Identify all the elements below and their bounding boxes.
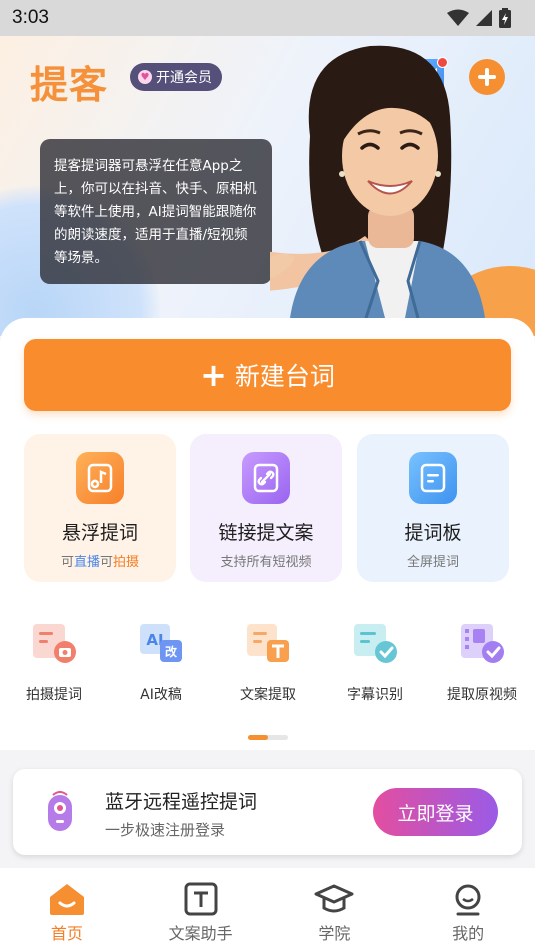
- page-indicator-active: [248, 735, 268, 740]
- ai-rewrite-icon: AI 改: [135, 618, 187, 668]
- copywriting-icon: [184, 882, 218, 916]
- nav-label: 学院: [318, 924, 351, 943]
- subtitle-recognize-icon: [349, 618, 401, 668]
- feature-prompt-board[interactable]: 提词板 全屏提词: [357, 434, 509, 582]
- tool-label: 拍摄提词: [26, 687, 82, 703]
- feature-subtitle: 支持所有短视频: [220, 555, 312, 570]
- link-icon: [242, 452, 290, 504]
- feature-link-extract[interactable]: 链接提文案 支持所有短视频: [190, 434, 342, 582]
- wifi-icon: [447, 9, 469, 26]
- tool-ai-rewrite[interactable]: AI 改 AI改稿: [111, 618, 211, 704]
- status-bar: 3:03: [0, 0, 535, 36]
- new-script-button[interactable]: + 新建台词: [24, 339, 511, 411]
- nav-copywriting[interactable]: 文案助手: [134, 868, 268, 951]
- sub-highlight: 拍摄: [113, 555, 140, 570]
- feature-floating-prompter[interactable]: 悬浮提词 可直播可拍摄: [24, 434, 176, 582]
- nav-profile[interactable]: 我的: [401, 868, 535, 951]
- page-indicator: [248, 735, 288, 740]
- tool-text-extract[interactable]: 文案提取: [218, 618, 318, 704]
- nav-label: 文案助手: [168, 924, 233, 943]
- camera-script-icon: [28, 618, 80, 668]
- brand-logo: 提客: [30, 63, 109, 107]
- bottom-nav: 首页 文案助手 学院 我的: [0, 868, 535, 951]
- feature-subtitle: 可直播可拍摄: [61, 551, 139, 570]
- signal-icon: [476, 10, 492, 26]
- bluetooth-subtitle: 一步极速注册登录: [105, 821, 226, 839]
- battery-icon: [499, 8, 511, 28]
- login-button[interactable]: 立即登录: [373, 788, 498, 836]
- nav-label: 我的: [452, 924, 485, 943]
- nav-academy[interactable]: 学院: [268, 868, 402, 951]
- tool-label: 文案提取: [240, 687, 296, 703]
- feature-subtitle: 全屏提词: [406, 555, 459, 570]
- video-extract-icon: [456, 618, 508, 668]
- sub-text: 可: [100, 555, 114, 570]
- feature-title: 链接提文案: [218, 522, 314, 544]
- academy-icon: [314, 884, 354, 913]
- presenter-photo: [270, 45, 485, 318]
- tool-subtitle-recognize[interactable]: 字幕识别: [325, 618, 425, 704]
- feature-title: 悬浮提词: [61, 522, 138, 544]
- new-script-label: 新建台词: [234, 362, 335, 391]
- plus-icon: +: [200, 356, 227, 394]
- nav-home[interactable]: 首页: [0, 868, 134, 951]
- vip-label: 开通会员: [156, 70, 212, 86]
- nav-label: 首页: [50, 924, 83, 943]
- intro-card: 提客提词器可悬浮在任意App之上，你可以在抖音、快手、原相机等软件上使用，AI提…: [40, 139, 272, 284]
- vip-button[interactable]: ♥ 开通会员: [130, 63, 222, 91]
- tool-video-extract[interactable]: 提取原视频: [432, 618, 532, 704]
- text-extract-icon: [242, 618, 294, 668]
- main-card: + 新建台词 悬浮提词 可直播可拍摄 链接提文案 支持所有短视频 提词板 全屏提…: [0, 318, 535, 750]
- svg-text:改: 改: [165, 644, 178, 659]
- status-icons: [447, 8, 511, 28]
- sub-highlight: 直播: [73, 555, 100, 570]
- tool-label: AI改稿: [140, 687, 182, 703]
- bluetooth-banner[interactable]: 蓝牙远程遥控提词 一步极速注册登录 立即登录: [13, 769, 522, 855]
- tool-label: 字幕识别: [347, 687, 403, 703]
- profile-icon: [455, 884, 481, 916]
- sub-text: 可: [60, 555, 74, 570]
- status-time: 3:03: [12, 7, 49, 28]
- tool-label: 提取原视频: [447, 687, 517, 703]
- heart-icon: ♥: [138, 70, 152, 84]
- board-icon: [409, 452, 457, 504]
- feature-title: 提词板: [404, 522, 462, 544]
- tool-camera-script[interactable]: 拍摄提词: [4, 618, 104, 704]
- home-icon: [49, 884, 84, 915]
- floating-music-icon: [76, 452, 124, 504]
- bluetooth-title: 蓝牙远程遥控提词: [105, 791, 258, 813]
- remote-control-icon: [48, 791, 72, 831]
